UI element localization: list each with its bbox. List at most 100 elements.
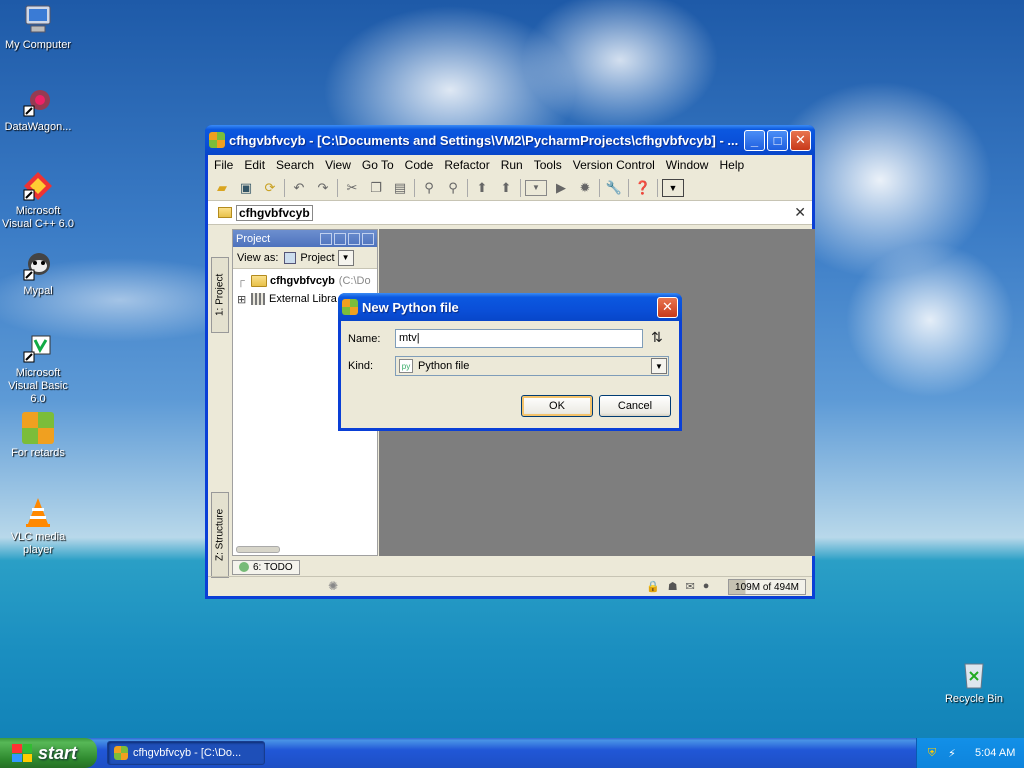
- panel-header-icons: [320, 232, 377, 245]
- view-as-row: View as: Project ▼: [233, 247, 377, 269]
- menu-view[interactable]: View: [325, 158, 351, 172]
- visual-cpp-icon: [22, 170, 54, 202]
- menu-tools[interactable]: Tools: [534, 158, 562, 172]
- ok-button[interactable]: OK: [521, 395, 593, 417]
- dialog-body: Name: mtv| ⇅ Kind: py Python file ▼ OK C…: [341, 321, 679, 428]
- event-log-icon[interactable]: ✉: [686, 580, 695, 593]
- dialog-titlebar[interactable]: New Python file ✕: [338, 293, 682, 321]
- open-folder-icon[interactable]: ▰: [212, 178, 232, 198]
- desktop-icon-mypal[interactable]: Mypal: [0, 250, 76, 298]
- save-icon[interactable]: ▣: [236, 178, 256, 198]
- view-as-select[interactable]: Project ▼: [284, 249, 354, 266]
- toolbar-separator: [284, 178, 285, 197]
- help-icon[interactable]: ❓: [633, 178, 653, 198]
- sort-arrows-icon[interactable]: ⇅: [651, 329, 663, 346]
- kind-select[interactable]: py Python file ▼: [395, 356, 669, 376]
- desktop-icon-datawagon[interactable]: DataWagon...: [0, 86, 76, 134]
- memory-indicator[interactable]: 109M of 494M: [728, 579, 806, 595]
- library-icon: [251, 293, 265, 305]
- menu-window[interactable]: Window: [666, 158, 709, 172]
- taskbar-item-pycharm[interactable]: cfhgvbfvcyb - [C:\Do...: [107, 741, 265, 765]
- menu-version-control[interactable]: Version Control: [573, 158, 655, 172]
- name-input[interactable]: mtv|: [395, 329, 643, 348]
- redo-icon[interactable]: ↷: [313, 178, 333, 198]
- todo-icon: [239, 562, 249, 572]
- debug-icon[interactable]: ✹: [575, 178, 595, 198]
- replace-icon[interactable]: ⚲: [443, 178, 463, 198]
- toolbar-separator: [599, 178, 600, 197]
- tab-project[interactable]: 1: Project: [211, 257, 229, 333]
- status-icons: 🔒 ☗ ✉ ●: [646, 580, 709, 593]
- settings-wrench-icon[interactable]: 🔧: [604, 178, 624, 198]
- dialog-title: New Python file: [362, 299, 459, 315]
- lock-icon[interactable]: 🔒: [646, 580, 660, 593]
- memory-label: 109M of 494M: [735, 581, 799, 593]
- todo-button[interactable]: 6: TODO: [232, 559, 300, 575]
- status-circle-icon[interactable]: ●: [703, 580, 710, 593]
- inspector-icon[interactable]: ☗: [668, 580, 678, 593]
- system-tray: ⛨ ⚡ 5:04 AM: [916, 738, 1024, 768]
- name-label: Name:: [348, 333, 381, 345]
- folder-icon: [218, 207, 232, 218]
- menu-search[interactable]: Search: [276, 158, 314, 172]
- tree-item-project-root[interactable]: ┌ cfhgvbfvcyb (C:\Do: [237, 272, 377, 290]
- clock[interactable]: 5:04 AM: [975, 747, 1015, 759]
- desktop-icon-vb6[interactable]: Microsoft Visual Basic 6.0: [0, 332, 76, 406]
- breadcrumb[interactable]: cfhgvbfvcyb: [236, 204, 313, 221]
- menu-run[interactable]: Run: [501, 158, 523, 172]
- desktop-icon-label: DataWagon...: [4, 121, 72, 133]
- tree-item-path: (C:\Do: [338, 275, 371, 287]
- security-shield-icon[interactable]: ⛨: [925, 746, 939, 760]
- visual-basic-icon: [22, 332, 54, 364]
- collapse-all-icon[interactable]: [334, 232, 346, 245]
- windows-flag-icon: [12, 744, 32, 762]
- scroll-from-source-icon[interactable]: [320, 232, 332, 245]
- desktop-icon-vlc[interactable]: VLC media player: [0, 496, 76, 557]
- toolbar-separator: [337, 178, 338, 197]
- cut-icon[interactable]: ✂: [342, 178, 362, 198]
- project-panel-header: Project: [233, 230, 377, 247]
- bottom-tool-bar: 6: TODO: [232, 558, 300, 576]
- dialog-close-button[interactable]: ✕: [657, 296, 678, 318]
- expand-icon[interactable]: ⊞: [237, 293, 251, 306]
- chevron-down-icon[interactable]: ▼: [337, 249, 354, 266]
- computer-icon: [22, 4, 54, 36]
- panel-settings-icon[interactable]: [348, 232, 360, 245]
- close-icon[interactable]: ✕: [794, 204, 806, 221]
- desktop-icon-for-retards[interactable]: For retards: [0, 412, 76, 460]
- menu-code[interactable]: Code: [405, 158, 434, 172]
- undo-icon[interactable]: ↶: [289, 178, 309, 198]
- chevron-down-icon[interactable]: ▼: [651, 358, 667, 374]
- sync-icon[interactable]: ⟳: [260, 178, 280, 198]
- menu-file[interactable]: File: [214, 158, 233, 172]
- back-icon[interactable]: ⬆: [472, 178, 492, 198]
- menu-edit[interactable]: Edit: [244, 158, 265, 172]
- run-icon[interactable]: ▶: [551, 178, 571, 198]
- desktop-icon-label: My Computer: [4, 39, 72, 51]
- run-config-dropdown-icon[interactable]: ▼: [525, 179, 547, 196]
- minimize-button[interactable]: _: [744, 129, 765, 151]
- menu-goto[interactable]: Go To: [362, 158, 394, 172]
- maximize-button[interactable]: □: [767, 129, 788, 151]
- toolbar-separator: [414, 178, 415, 197]
- cancel-label: Cancel: [617, 400, 653, 412]
- find-icon[interactable]: ⚲: [419, 178, 439, 198]
- desktop-icon-my-computer[interactable]: My Computer: [0, 4, 76, 52]
- copy-icon[interactable]: ❐: [366, 178, 386, 198]
- toolbar-dropdown-icon[interactable]: ▼: [662, 178, 684, 197]
- menu-refactor[interactable]: Refactor: [444, 158, 489, 172]
- project-panel-title: Project: [236, 232, 271, 245]
- desktop-icon-msvc[interactable]: Microsoft Visual C++ 6.0: [0, 170, 76, 231]
- forward-icon[interactable]: ⬆: [496, 178, 516, 198]
- tab-structure[interactable]: Z: Structure: [211, 492, 229, 578]
- hide-panel-icon[interactable]: [362, 232, 374, 245]
- window-titlebar[interactable]: cfhgvbfvcyb - [C:\Documents and Settings…: [205, 125, 815, 155]
- close-button[interactable]: ✕: [790, 129, 811, 151]
- start-button[interactable]: start: [0, 738, 97, 768]
- network-icon[interactable]: ⚡: [945, 746, 959, 760]
- menu-help[interactable]: Help: [719, 158, 744, 172]
- horizontal-scrollbar[interactable]: [236, 546, 280, 553]
- paste-icon[interactable]: ▤: [390, 178, 410, 198]
- cancel-button[interactable]: Cancel: [599, 395, 671, 417]
- desktop-icon-recycle-bin[interactable]: Recycle Bin: [936, 658, 1012, 706]
